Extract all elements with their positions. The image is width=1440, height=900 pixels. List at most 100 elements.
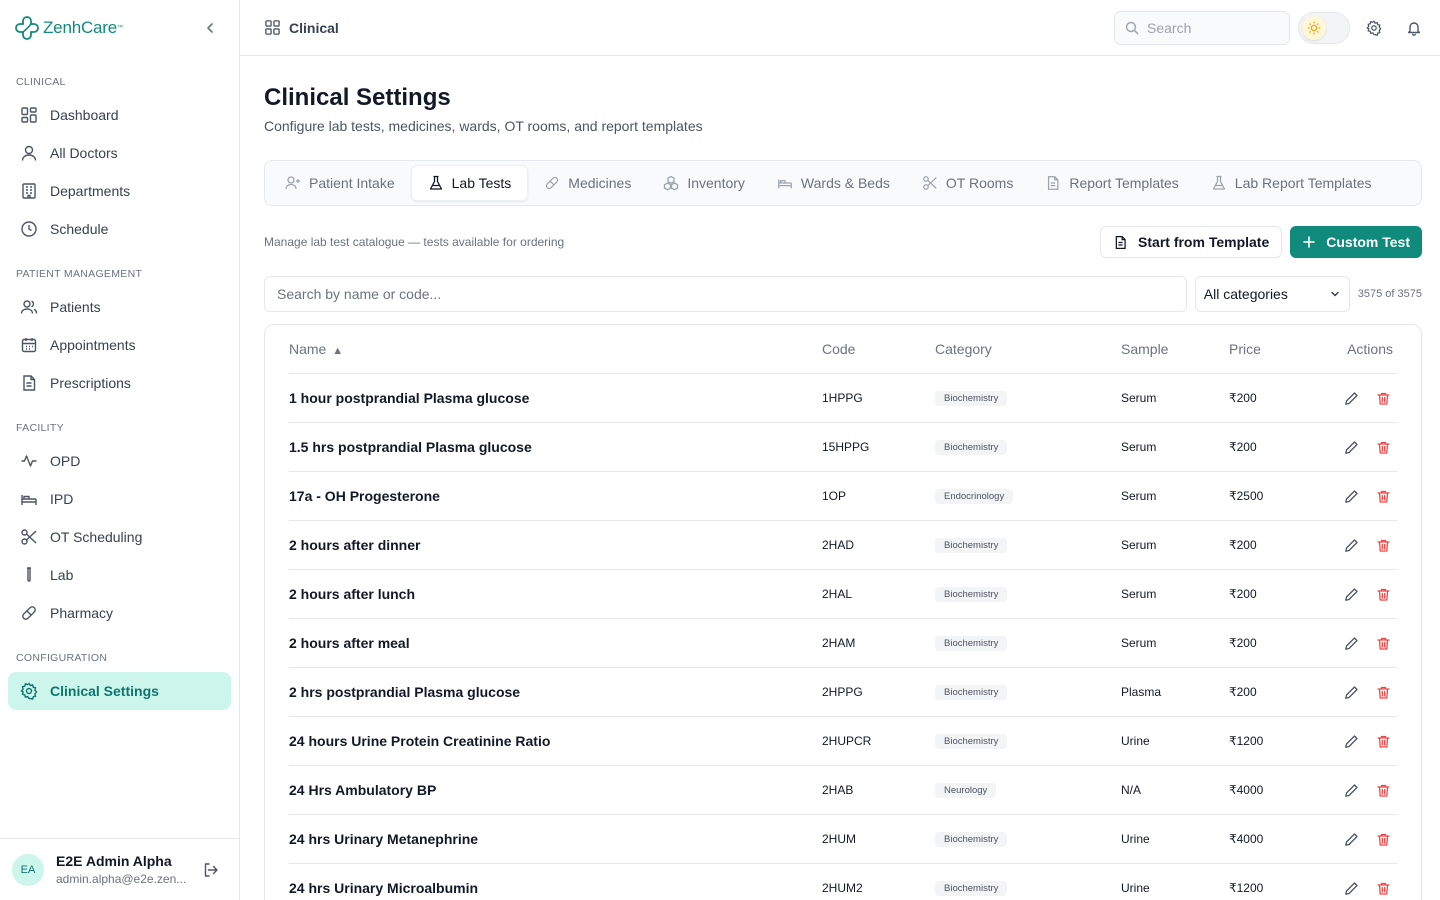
sidebar-item-departments[interactable]: Departments [8,172,231,210]
tab-wards-beds[interactable]: Wards & Beds [761,165,906,201]
edit-button[interactable] [1341,535,1361,555]
edit-button[interactable] [1341,829,1361,849]
table-row: 24 hours Urine Protein Creatinine Ratio … [289,717,1397,766]
sidebar-item-all-doctors[interactable]: All Doctors [8,134,231,172]
delete-button[interactable] [1373,731,1393,751]
sidebar-item-prescriptions[interactable]: Prescriptions [8,364,231,402]
tab-ot-rooms[interactable]: OT Rooms [906,165,1029,201]
sidebar-item-lab[interactable]: Lab [8,556,231,594]
sidebar-item-label: All Doctors [50,145,118,161]
settings-button[interactable] [1364,18,1384,38]
tab-medicines[interactable]: Medicines [528,165,647,201]
tab-label: Lab Report Templates [1234,175,1372,191]
cell-price: ₹200 [1229,538,1257,552]
lab-test-search-input[interactable]: Search by name or code... [264,276,1187,312]
cell-name: 2 hrs postprandial Plasma glucose [289,684,521,700]
sidebar-item-ipd[interactable]: IPD [8,480,231,518]
cell-code: 2HUPCR [822,734,872,748]
pencil-icon [1344,587,1358,601]
tab-label: Patient Intake [309,175,395,191]
filter-row: Search by name or code... All categories… [264,276,1422,312]
start-from-template-button[interactable]: Start from Template [1100,226,1283,258]
breadcrumb[interactable]: Clinical [264,19,339,36]
tab-inventory[interactable]: Inventory [647,165,761,201]
cell-price: ₹2500 [1229,489,1264,503]
pill-icon [544,175,560,191]
delete-button[interactable] [1373,388,1393,408]
edit-button[interactable] [1341,633,1361,653]
edit-button[interactable] [1341,388,1361,408]
delete-button[interactable] [1373,486,1393,506]
tab-lab-report-templates[interactable]: Lab Report Templates [1195,165,1388,201]
page-subtitle: Configure lab tests, medicines, wards, O… [264,118,703,134]
cell-category: Biochemistry [935,831,1121,847]
sidebar-item-appointments[interactable]: Appointments [8,326,231,364]
cell-actions [1309,437,1397,457]
delete-button[interactable] [1373,584,1393,604]
tab-report-templates[interactable]: Report Templates [1029,165,1194,201]
sidebar-item-clinical-settings[interactable]: Clinical Settings [8,672,231,710]
global-search-input[interactable]: Search [1114,11,1290,45]
gear-icon [1366,20,1382,36]
category-select[interactable]: All categories [1194,276,1350,312]
chevron-down-icon [1331,291,1339,297]
delete-button[interactable] [1373,633,1393,653]
user-icon [20,144,38,162]
cell-price: ₹4000 [1229,783,1264,797]
bed-icon [20,490,38,508]
test-tube-icon [20,566,38,584]
delete-button[interactable] [1373,437,1393,457]
edit-button[interactable] [1341,584,1361,604]
sidebar-item-patients[interactable]: Patients [8,288,231,326]
sidebar-item-opd[interactable]: OPD [8,442,231,480]
edit-button[interactable] [1341,780,1361,800]
table-row: 2 hours after dinner 2HAD Biochemistry S… [289,521,1397,570]
custom-test-button[interactable]: Custom Test [1290,226,1422,258]
breadcrumb-label: Clinical [289,19,339,36]
cell-actions [1309,829,1397,849]
scissors-icon [922,175,938,191]
building-icon [20,182,38,200]
sidebar-item-label: Departments [50,183,131,199]
logout-button[interactable] [201,860,221,880]
notifications-button[interactable] [1404,18,1424,38]
edit-button[interactable] [1341,731,1361,751]
category-badge: Biochemistry [935,734,1008,749]
brand-name: ZenhCare [43,18,117,37]
delete-button[interactable] [1373,878,1393,898]
topbar: Clinical Search [240,0,1440,56]
pencil-icon [1344,440,1358,454]
sidebar-item-ot-scheduling[interactable]: OT Scheduling [8,518,231,556]
trash-icon [1376,686,1390,699]
category-badge: Biochemistry [935,881,1008,896]
header-label: Name [289,341,327,357]
delete-button[interactable] [1373,780,1393,800]
cell-name: 2 hours after lunch [289,586,416,602]
delete-button[interactable] [1373,829,1393,849]
brand-trademark: ™ [117,25,123,31]
trash-icon [1376,392,1390,405]
edit-button[interactable] [1341,437,1361,457]
cell-category: Biochemistry [935,390,1121,406]
edit-button[interactable] [1341,878,1361,898]
sidebar-item-pharmacy[interactable]: Pharmacy [8,594,231,632]
edit-button[interactable] [1341,486,1361,506]
cell-price: ₹200 [1229,391,1257,405]
column-header-price: Price [1229,341,1261,357]
user-meta: E2E Admin Alpha admin.alpha@e2e.zen... [56,853,201,886]
cell-code: 2HAD [822,538,855,552]
theme-toggle[interactable] [1298,12,1350,44]
cell-sample: Plasma [1121,685,1162,699]
column-header-name[interactable]: Name ▲ [289,341,822,357]
delete-button[interactable] [1373,535,1393,555]
sidebar-item-dashboard[interactable]: Dashboard [8,96,231,134]
sidebar-item-label: Pharmacy [50,605,114,621]
sidebar-item-schedule[interactable]: Schedule [8,210,231,248]
sidebar-item-label: Prescriptions [50,375,131,391]
collapse-sidebar-button[interactable] [201,19,219,37]
tab-lab-tests[interactable]: Lab Tests [410,165,529,201]
edit-button[interactable] [1341,682,1361,702]
delete-button[interactable] [1373,682,1393,702]
tab-patient-intake[interactable]: Patient Intake [269,165,411,201]
pencil-icon [1344,489,1358,503]
